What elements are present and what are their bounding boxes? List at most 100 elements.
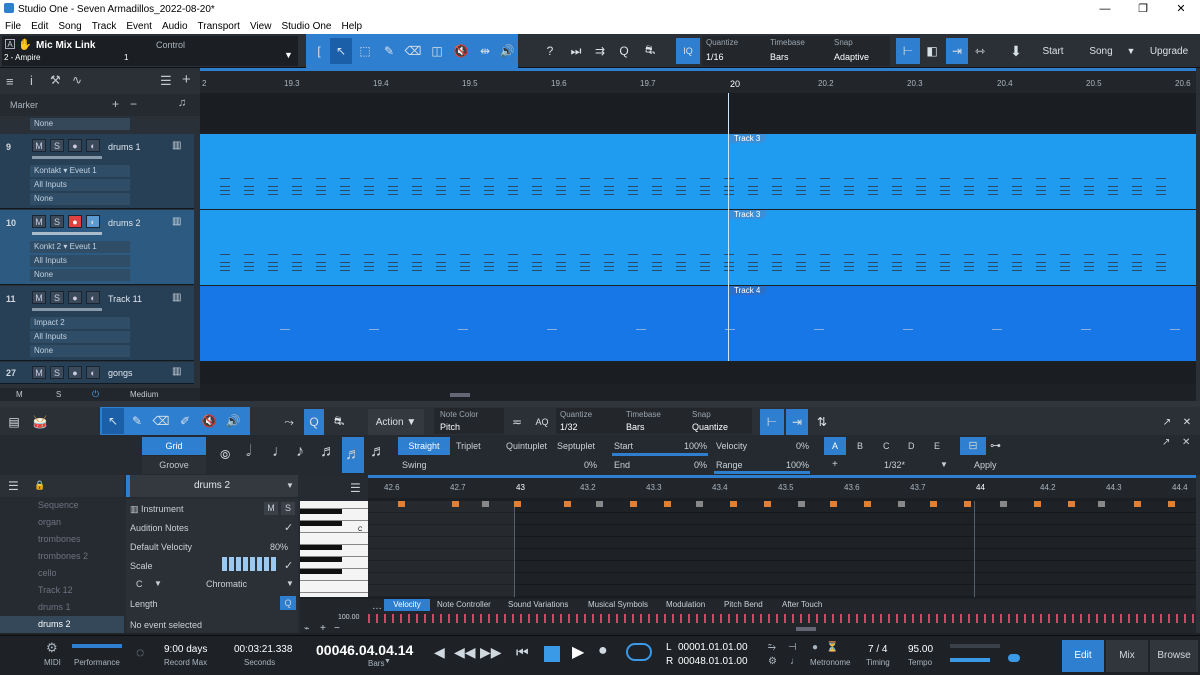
add-marker-icon[interactable]: + — [112, 97, 119, 111]
chevron-down-icon[interactable]: ▼ — [286, 481, 294, 490]
humanize-icon[interactable]: ≂ — [508, 409, 526, 435]
midi-note[interactable] — [596, 501, 603, 507]
midi-note[interactable] — [1068, 501, 1075, 507]
monitor-icon[interactable]: ◐ — [86, 215, 100, 228]
list-icon[interactable]: ≡ — [6, 74, 14, 89]
chevron-down-icon[interactable]: ▼ — [286, 579, 294, 588]
iq-button[interactable]: IQ — [676, 38, 700, 64]
preroll-icon[interactable]: ⊣ — [788, 642, 797, 653]
marker-lane[interactable] — [200, 93, 1196, 133]
midi-note[interactable] — [764, 501, 771, 507]
straight-button[interactable]: Straight — [398, 437, 450, 455]
velocity-value[interactable]: 0% — [796, 441, 809, 451]
piano-keyboard[interactable]: C — [300, 501, 368, 597]
volume-bar[interactable] — [32, 156, 102, 159]
menu-audio[interactable]: Audio — [157, 21, 193, 32]
paint-tool-icon[interactable]: ◫ — [426, 38, 448, 64]
list-icon[interactable]: ☰ — [8, 479, 19, 493]
tab-after-touch[interactable]: After Touch — [782, 600, 822, 609]
seconds-value[interactable]: 00:03:21.338 — [234, 644, 292, 655]
check-icon[interactable]: ✓ — [284, 521, 293, 534]
menu-event[interactable]: Event — [121, 21, 157, 32]
midi-note[interactable] — [482, 501, 489, 507]
midi-note[interactable] — [730, 501, 737, 507]
metronome-settings-icon[interactable]: ⚙ — [768, 656, 777, 667]
none-field[interactable]: None — [30, 345, 130, 357]
range-slider[interactable] — [714, 471, 810, 474]
top-none-field[interactable]: None — [30, 118, 130, 130]
groove-icon[interactable]: ⛐ — [640, 38, 660, 64]
lane-menu-icon[interactable]: ⌁ — [304, 623, 309, 634]
song-chevron-down-icon[interactable]: ▼ — [1124, 38, 1138, 64]
edit-button[interactable]: Edit — [1062, 640, 1104, 672]
list-item[interactable]: Track 12 — [0, 582, 124, 599]
record-arm-icon[interactable]: ● — [68, 139, 82, 152]
track-name[interactable]: Track 11 — [108, 294, 142, 304]
music-note-icon[interactable]: ♫ — [178, 97, 186, 109]
note-eighth-icon[interactable]: ♪ — [296, 443, 304, 461]
mute-button[interactable]: M — [264, 502, 278, 515]
pencil-tool-icon[interactable]: ✎ — [126, 408, 148, 434]
track-name[interactable]: drums 2 — [108, 218, 141, 228]
note-dotted-icon[interactable]: ⦾ — [220, 447, 230, 463]
midi-note[interactable] — [630, 501, 637, 507]
track-name[interactable]: drums 1 — [108, 142, 141, 152]
bracket-icon[interactable]: [ — [310, 38, 328, 64]
bars-chevron-down-icon[interactable]: ▼ — [384, 658, 391, 665]
mute-tool-icon[interactable]: 🔇 — [450, 38, 472, 64]
none-field[interactable]: None — [30, 193, 130, 205]
list-item[interactable]: drums 2 — [0, 616, 124, 633]
close-button[interactable]: ✕ — [1162, 0, 1200, 18]
menu-file[interactable]: File — [0, 21, 26, 32]
start-slider[interactable] — [612, 453, 708, 456]
autoscroll-icon[interactable]: ⇉ — [590, 38, 610, 64]
help-icon[interactable]: ? — [540, 38, 560, 64]
mute-button[interactable]: M — [32, 291, 46, 304]
lock-icon[interactable]: 🔒 — [34, 480, 45, 491]
power-icon[interactable]: ⏻ — [92, 389, 99, 400]
menu-view[interactable]: View — [245, 21, 277, 32]
volume-bar[interactable] — [32, 232, 102, 235]
close-panel-icon[interactable]: ✕ — [1182, 437, 1190, 448]
arrow-tool-icon[interactable]: ↖ — [330, 38, 352, 64]
action-button[interactable]: Action ▼ — [368, 409, 424, 435]
transform-icon[interactable]: ⤳ — [276, 409, 302, 435]
midi-note[interactable] — [1034, 501, 1041, 507]
play-button[interactable]: ▶ — [572, 642, 584, 662]
metronome-icon[interactable]: ⏳ — [826, 642, 838, 653]
timebase-select[interactable]: Bars — [626, 422, 645, 432]
master-volume[interactable] — [950, 658, 990, 662]
midi-note[interactable] — [398, 501, 405, 507]
instrument-field[interactable]: Konkt 2 ▾ Eveut 1 — [30, 241, 130, 253]
chevron-down-icon[interactable]: ▼ — [284, 50, 293, 60]
aq-button[interactable]: AQ — [532, 409, 552, 435]
tab-note-controller[interactable]: Note Controller — [437, 600, 491, 609]
metronome-toggle-icon[interactable]: ● — [812, 642, 818, 653]
monitor-icon[interactable]: ◐ — [86, 366, 100, 379]
triplet-button[interactable]: Triplet — [456, 441, 481, 451]
tab-musical-symbols[interactable]: Musical Symbols — [588, 600, 648, 609]
close-editor-icon[interactable]: ✕ — [1180, 409, 1194, 435]
drum-icon[interactable]: 🥁 — [28, 409, 52, 435]
global-solo-button[interactable]: S — [56, 390, 61, 399]
track-header-gongs[interactable]: 27 M S ● ◐ gongs ▥ — [0, 362, 194, 384]
record-button[interactable]: ● — [598, 642, 608, 660]
eraser-tool-icon[interactable]: ⌫ — [402, 38, 424, 64]
click-icon[interactable]: ♩ — [790, 656, 800, 667]
tab-pitch-bend[interactable]: Pitch Bend — [724, 600, 763, 609]
midi-note[interactable] — [864, 501, 871, 507]
piano-roll[interactable]: ☰ 42.6 42.7 43 43.2 43.3 43.4 43.5 43.6 … — [300, 475, 1196, 634]
track-lane-drums-2[interactable]: Track 3 — [200, 210, 1196, 285]
eraser-tool-icon[interactable]: ⌫ — [150, 408, 172, 434]
start-button[interactable]: Start — [1032, 38, 1074, 64]
midi-note[interactable] — [964, 501, 971, 507]
track-name[interactable]: gongs — [108, 368, 133, 378]
editor-vertical-scrollbar[interactable] — [1196, 475, 1200, 633]
scale-keyboard[interactable] — [222, 557, 278, 571]
slot-value-select[interactable]: 1/32* — [884, 460, 905, 470]
mix-button[interactable]: Mix — [1106, 640, 1148, 672]
minimize-button[interactable]: — — [1086, 0, 1124, 18]
input-field[interactable]: All Inputs — [30, 331, 130, 343]
list-item[interactable]: Sequence — [0, 497, 124, 514]
solo-button[interactable]: S — [50, 139, 64, 152]
